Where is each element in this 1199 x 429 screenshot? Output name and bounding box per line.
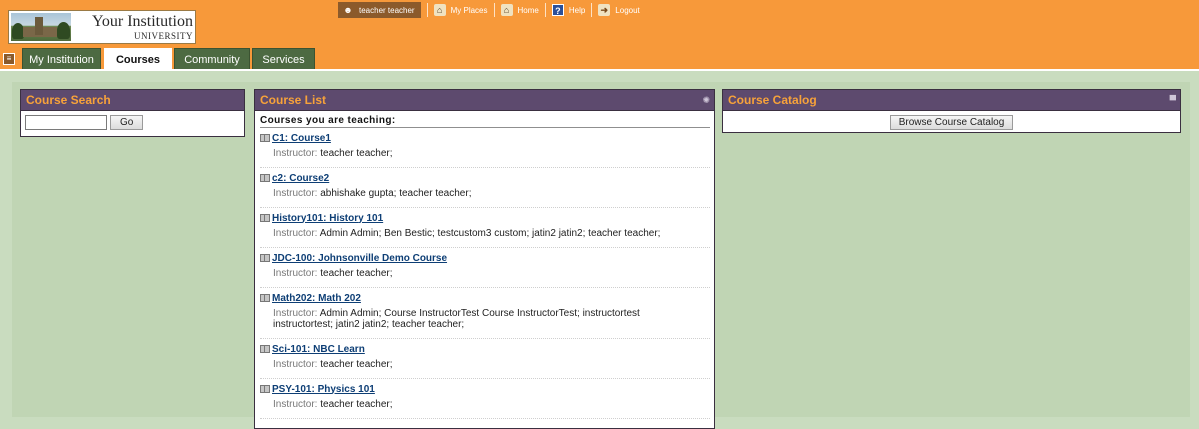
course-link[interactable]: Sci-101: NBC Learn: [272, 344, 365, 355]
book-icon: [260, 134, 270, 142]
instructor-label: Instructor:: [273, 399, 318, 410]
course-catalog-body: Browse Course Catalog: [723, 111, 1180, 130]
browse-course-catalog-button[interactable]: Browse Course Catalog: [889, 115, 1014, 130]
instructor-names: teacher teacher;: [320, 148, 393, 159]
home-link[interactable]: ⌂ Home: [500, 4, 539, 16]
instructor-label: Instructor:: [273, 188, 318, 199]
module-header: Course Catalog ▀: [723, 90, 1180, 111]
instructor-names: abhishake gupta; teacher teacher;: [320, 188, 472, 199]
tab-community[interactable]: Community: [174, 48, 250, 70]
divider: [426, 3, 428, 17]
window-icon[interactable]: ▀: [1170, 95, 1176, 105]
course-item: PSY-101: Physics 101 Instructor: teacher…: [260, 379, 710, 419]
book-icon: [260, 385, 270, 393]
user-menu[interactable]: ☻ teacher teacher: [338, 2, 421, 18]
course-list-module: Course List ✺ Courses you are teaching: …: [254, 89, 715, 429]
instructor-label: Instructor:: [273, 148, 318, 159]
home-label: Home: [517, 5, 539, 15]
header-bar: Your Institution UNIVERSITY ☻ teacher te…: [0, 0, 1199, 70]
content-area: Course Search Go Course List ✺ Courses y…: [0, 71, 1199, 429]
instructor-names: Admin Admin; Ben Bestic; testcustom3 cus…: [319, 228, 661, 239]
top-navigation: ☻ teacher teacher ⌂ My Places ⌂ Home ? H…: [338, 1, 640, 19]
instructor-label: Instructor:: [273, 228, 318, 239]
instructor-label: Instructor:: [273, 308, 318, 319]
course-item: C1: Course1 Instructor: teacher teacher;: [260, 128, 710, 168]
instructor-names: Admin Admin; Course InstructorTest Cours…: [273, 308, 640, 330]
book-icon: [260, 345, 270, 353]
module-title: Course Search: [26, 93, 111, 107]
tab-menu-icon[interactable]: ≡: [3, 53, 15, 65]
divider: [591, 3, 593, 17]
course-catalog-module: Course Catalog ▀ Browse Course Catalog: [722, 89, 1181, 133]
my-places-link[interactable]: ⌂ My Places: [433, 4, 488, 16]
user-name: teacher teacher: [359, 5, 415, 15]
course-search-module: Course Search Go: [20, 89, 245, 137]
course-item: c2: Course2 Instructor: abhishake gupta;…: [260, 168, 710, 208]
instructor-label: Instructor:: [273, 359, 318, 370]
course-link[interactable]: History101: History 101: [272, 213, 383, 224]
course-search-input[interactable]: [25, 115, 107, 130]
instructor-names: teacher teacher;: [320, 399, 393, 410]
book-icon: [260, 174, 270, 182]
help-link[interactable]: ? Help: [551, 4, 586, 16]
course-link[interactable]: JDC-100: Johnsonville Demo Course: [272, 253, 447, 264]
divider: [493, 3, 495, 17]
course-item: Sci-101: NBC Learn Instructor: teacher t…: [260, 339, 710, 379]
home-icon: ⌂: [500, 4, 513, 16]
book-icon: [260, 214, 270, 222]
course-link[interactable]: c2: Course2: [272, 173, 329, 184]
book-icon: [260, 254, 270, 262]
my-places-label: My Places: [450, 5, 488, 15]
book-icon: [260, 294, 270, 302]
content-frame: Course Search Go Course List ✺ Courses y…: [12, 82, 1190, 429]
institution-logo[interactable]: Your Institution UNIVERSITY: [8, 10, 196, 44]
tab-services[interactable]: Services: [252, 48, 315, 70]
instructor-names: teacher teacher;: [320, 359, 393, 370]
logo-subtitle: UNIVERSITY: [134, 31, 193, 41]
instructor-label: Instructor:: [273, 268, 318, 279]
tab-courses[interactable]: Courses: [104, 48, 172, 70]
module-header: Course List ✺: [255, 90, 714, 111]
logout-label: Logout: [615, 5, 640, 15]
user-icon: ☻: [343, 5, 353, 15]
module-title: Course List: [260, 93, 327, 107]
campus-building-icon: [11, 13, 71, 41]
course-link[interactable]: C1: Course1: [272, 133, 331, 144]
divider: [544, 3, 546, 17]
help-label: Help: [568, 5, 586, 15]
course-link[interactable]: Math202: Math 202: [272, 293, 361, 304]
logout-link[interactable]: ➜ Logout: [598, 4, 640, 16]
help-icon: ?: [551, 4, 564, 16]
my-places-icon: ⌂: [433, 4, 446, 16]
course-search-form: Go: [21, 111, 244, 134]
list-heading: Courses you are teaching:: [260, 115, 710, 128]
module-title: Course Catalog: [728, 93, 817, 107]
course-item: Math202: Math 202 Instructor: Admin Admi…: [260, 288, 710, 339]
module-header: Course Search: [21, 90, 244, 111]
logout-icon: ➜: [598, 4, 611, 16]
go-button[interactable]: Go: [110, 115, 144, 130]
instructor-names: teacher teacher;: [320, 268, 393, 279]
course-link[interactable]: PSY-101: Physics 101: [272, 384, 375, 395]
settings-icon[interactable]: ✺: [702, 95, 710, 106]
logo-title: Your Institution: [91, 13, 193, 30]
course-item: History101: History 101 Instructor: Admi…: [260, 208, 710, 248]
tab-my-institution[interactable]: My Institution: [22, 48, 101, 70]
course-item: JDC-100: Johnsonville Demo Course Instru…: [260, 248, 710, 288]
